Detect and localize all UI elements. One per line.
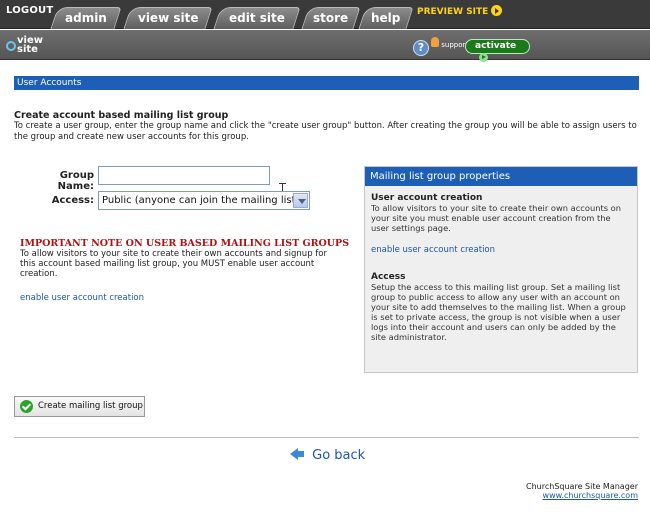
support-button[interactable]: ? support bbox=[413, 37, 468, 56]
properties-panel: Mailing list group properties User accou… bbox=[364, 166, 638, 373]
logout-link[interactable]: LOGOUT bbox=[6, 5, 53, 16]
activate-label: activate bbox=[475, 41, 517, 51]
arrow-right-icon bbox=[479, 53, 488, 62]
tab-label: admin bbox=[65, 11, 107, 25]
user-account-creation-heading: User account creation bbox=[371, 193, 483, 203]
tab-label: edit site bbox=[229, 11, 285, 25]
footer-brand: ChurchSquare Site Manager bbox=[526, 482, 638, 491]
enable-user-account-creation-link[interactable]: enable user account creation bbox=[20, 293, 144, 303]
checkmark-icon bbox=[20, 400, 33, 413]
create-mailing-list-group-button[interactable]: Create mailing list group bbox=[14, 396, 145, 417]
go-back-label: Go back bbox=[312, 448, 366, 463]
important-note-text: To allow visitors to your site to create… bbox=[20, 249, 327, 279]
access-text: Setup the access to this mailing list gr… bbox=[371, 282, 626, 342]
group-name-label: Group Name: bbox=[57, 170, 94, 192]
divider bbox=[14, 437, 639, 438]
tab-label: help bbox=[371, 11, 401, 25]
toolbar: view site ? support activate bbox=[0, 30, 650, 62]
preview-site-label: PREVIEW SITE bbox=[417, 7, 489, 17]
important-note-title: IMPORTANT NOTE ON USER BASED MAILING LIS… bbox=[20, 238, 350, 249]
group-name-input[interactable] bbox=[98, 166, 270, 185]
preview-site-link[interactable]: PREVIEW SITE bbox=[417, 5, 503, 17]
arrow-left-icon bbox=[290, 448, 304, 460]
view-site-button[interactable]: view site bbox=[6, 36, 43, 55]
view-site-label-line2: site bbox=[17, 44, 38, 55]
access-select[interactable]: Public (anyone can join the mailing list… bbox=[98, 191, 310, 210]
panel-title: Mailing list group properties bbox=[365, 167, 637, 186]
access-heading: Access bbox=[371, 272, 406, 282]
tab-label: view site bbox=[137, 11, 199, 25]
tab-edit-site[interactable]: edit site bbox=[213, 7, 301, 29]
tab-view-site[interactable]: view site bbox=[123, 7, 213, 29]
access-label: Access: bbox=[51, 195, 94, 206]
panel-enable-user-account-creation-link[interactable]: enable user account creation bbox=[371, 245, 495, 255]
top-nav-bar: LOGOUT admin view site edit site store h… bbox=[0, 0, 650, 29]
help-question-icon: ? bbox=[413, 40, 429, 56]
play-icon bbox=[491, 5, 503, 16]
user-account-creation-text: To allow visitors to your site to create… bbox=[371, 203, 622, 233]
access-selected-value: Public (anyone can join the mailing list… bbox=[102, 195, 300, 206]
create-group-description: To create a user group, enter the group … bbox=[14, 121, 637, 142]
activate-button[interactable]: activate bbox=[465, 39, 530, 62]
tab-help[interactable]: help bbox=[358, 7, 414, 29]
chevron-down-icon[interactable] bbox=[293, 193, 308, 208]
section-header: User Accounts bbox=[14, 76, 639, 90]
footer-website-link[interactable]: www.churchsquare.com bbox=[543, 491, 638, 500]
create-group-heading: Create account based mailing list group bbox=[14, 110, 229, 121]
tab-store[interactable]: store bbox=[301, 7, 361, 29]
magnifier-icon bbox=[6, 41, 16, 51]
create-button-label: Create mailing list group bbox=[38, 401, 143, 411]
tab-admin[interactable]: admin bbox=[50, 7, 122, 29]
go-back-link[interactable]: Go back bbox=[290, 448, 365, 463]
person-icon bbox=[431, 37, 439, 47]
tab-label: store bbox=[313, 11, 349, 25]
footer: ChurchSquare Site Manager www.churchsqua… bbox=[526, 482, 638, 500]
